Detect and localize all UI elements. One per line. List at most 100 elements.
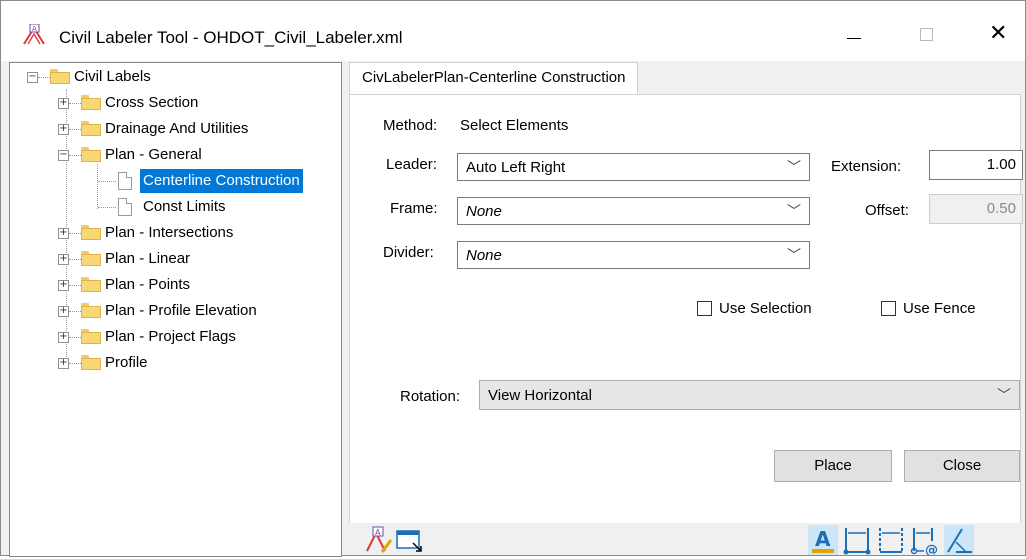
- leader-select[interactable]: Auto Left Right ﹀: [457, 153, 810, 181]
- tree-label: Plan - Points: [105, 276, 191, 293]
- tree-label: Plan - Project Flags: [105, 328, 236, 345]
- svg-text:A: A: [32, 25, 37, 33]
- close-icon: ✕: [989, 21, 1008, 46]
- title-bar[interactable]: A Civil Labeler Tool - OHDOT_Civil_Label…: [1, 1, 1025, 61]
- collapse-icon[interactable]: −: [27, 72, 38, 83]
- tree-item-drainage-and-utilities[interactable]: + Drainage And Utilities: [10, 117, 339, 141]
- extension-input[interactable]: 1.00: [929, 150, 1023, 180]
- chevron-down-icon: ﹀: [787, 248, 801, 264]
- folder-open-icon: [50, 69, 70, 84]
- close-window-button[interactable]: ✕: [976, 19, 1022, 49]
- tree-label: Centerline Construction: [140, 169, 303, 193]
- text-style-icon: A: [812, 527, 834, 553]
- tree-line: [69, 259, 81, 261]
- collapse-icon[interactable]: −: [58, 150, 69, 161]
- divider-select[interactable]: None ﹀: [457, 241, 810, 269]
- chevron-down-icon: ﹀: [787, 160, 801, 176]
- tree-line: [98, 207, 116, 209]
- place-button[interactable]: Place: [774, 450, 892, 482]
- tree-item-plan-linear[interactable]: + Plan - Linear: [10, 247, 339, 271]
- edit-label-button[interactable]: A: [364, 525, 394, 555]
- label-tree[interactable]: − Civil Labels + Cross Section + Drainag…: [9, 62, 342, 557]
- dimension-button[interactable]: [842, 525, 872, 555]
- frame-select[interactable]: None ﹀: [457, 197, 810, 225]
- frame-value: None: [466, 203, 502, 220]
- tree-item-cross-section[interactable]: + Cross Section: [10, 91, 339, 115]
- folder-icon: [81, 225, 101, 240]
- close-button[interactable]: Close: [904, 450, 1020, 482]
- expand-icon[interactable]: +: [58, 124, 69, 135]
- expand-icon[interactable]: +: [58, 228, 69, 239]
- tree-item-centerline-construction[interactable]: Centerline Construction: [10, 169, 339, 193]
- use-selection-label[interactable]: Use Selection: [719, 300, 812, 317]
- tree-label: Cross Section: [105, 94, 199, 111]
- leader-value: Auto Left Right: [466, 159, 566, 176]
- folder-open-icon: [81, 147, 101, 162]
- divider-value: None: [466, 247, 502, 264]
- angle-button[interactable]: [944, 525, 974, 555]
- expand-icon[interactable]: +: [58, 98, 69, 109]
- rotation-value: View Horizontal: [488, 387, 592, 404]
- tree-item-civil-labels[interactable]: − Civil Labels: [10, 65, 339, 89]
- offset-label: Offset:: [865, 202, 909, 219]
- tree-line: [69, 155, 81, 157]
- folder-icon: [81, 329, 101, 344]
- tab-strip: CivLabelerPlan-Centerline Construction: [346, 62, 1022, 96]
- offset-input[interactable]: 0.50: [929, 194, 1023, 224]
- use-selection-checkbox[interactable]: [697, 301, 712, 316]
- rotation-label: Rotation:: [400, 388, 461, 405]
- document-icon: [118, 172, 132, 190]
- tree-line: [69, 311, 81, 313]
- rotation-select[interactable]: View Horizontal ﹀: [479, 380, 1020, 410]
- window-title: Civil Labeler Tool - OHDOT_Civil_Labeler…: [59, 28, 403, 47]
- tree-label: Plan - Profile Elevation: [105, 302, 257, 319]
- use-fence-checkbox[interactable]: [881, 301, 896, 316]
- tree-label: Drainage And Utilities: [105, 120, 249, 137]
- text-style-button[interactable]: A: [808, 525, 838, 555]
- svg-text:A: A: [815, 527, 831, 551]
- folder-icon: [81, 95, 101, 110]
- dimension-at-icon: @: [910, 528, 938, 558]
- expand-icon[interactable]: +: [58, 254, 69, 265]
- tree-item-profile[interactable]: + Profile: [10, 351, 339, 375]
- select-window-icon: [396, 530, 422, 552]
- method-value: Select Elements: [460, 117, 569, 134]
- divider-label: Divider:: [383, 244, 434, 261]
- tree-line: [69, 103, 81, 105]
- settings-panel: CivLabelerPlan-Centerline Construction M…: [346, 62, 1023, 558]
- bottom-toolbar: A A @: [346, 523, 1022, 558]
- svg-text:@: @: [925, 543, 938, 555]
- expand-icon[interactable]: +: [58, 306, 69, 317]
- dimension-dashed-button[interactable]: [876, 525, 906, 555]
- maximize-icon: [920, 28, 933, 41]
- maximize-button[interactable]: [904, 19, 950, 49]
- frame-label: Frame:: [390, 200, 438, 217]
- tree-item-plan-project-flags[interactable]: + Plan - Project Flags: [10, 325, 339, 349]
- folder-icon: [81, 251, 101, 266]
- tree-item-plan-profile-elevation[interactable]: + Plan - Profile Elevation: [10, 299, 339, 323]
- tree-label: Profile: [105, 354, 148, 371]
- tree-label: Plan - General: [105, 146, 202, 163]
- svg-text:A: A: [375, 528, 381, 537]
- minimize-button[interactable]: [831, 19, 877, 49]
- expand-icon[interactable]: +: [58, 358, 69, 369]
- folder-icon: [81, 121, 101, 136]
- minimize-icon: [847, 38, 861, 39]
- use-fence-label[interactable]: Use Fence: [903, 300, 976, 317]
- tab-centerline-construction[interactable]: CivLabelerPlan-Centerline Construction: [349, 62, 639, 96]
- tree-item-const-limits[interactable]: Const Limits: [10, 195, 339, 219]
- expand-icon[interactable]: +: [58, 280, 69, 291]
- civil-labeler-window: A Civil Labeler Tool - OHDOT_Civil_Label…: [0, 0, 1026, 558]
- tree-line: [69, 129, 81, 131]
- tree-item-plan-general[interactable]: − Plan - General: [10, 143, 339, 167]
- select-window-button[interactable]: [394, 525, 424, 555]
- tree-item-plan-points[interactable]: + Plan - Points: [10, 273, 339, 297]
- folder-icon: [81, 303, 101, 318]
- civil-labeler-app-icon: A: [23, 24, 45, 45]
- leader-label: Leader:: [386, 156, 437, 173]
- tree-item-plan-intersections[interactable]: + Plan - Intersections: [10, 221, 339, 245]
- tab-content: Method: Select Elements Leader: Auto Lef…: [349, 94, 1023, 552]
- dimension-at-button[interactable]: @: [910, 525, 940, 558]
- expand-icon[interactable]: +: [58, 332, 69, 343]
- extension-label: Extension:: [831, 158, 902, 175]
